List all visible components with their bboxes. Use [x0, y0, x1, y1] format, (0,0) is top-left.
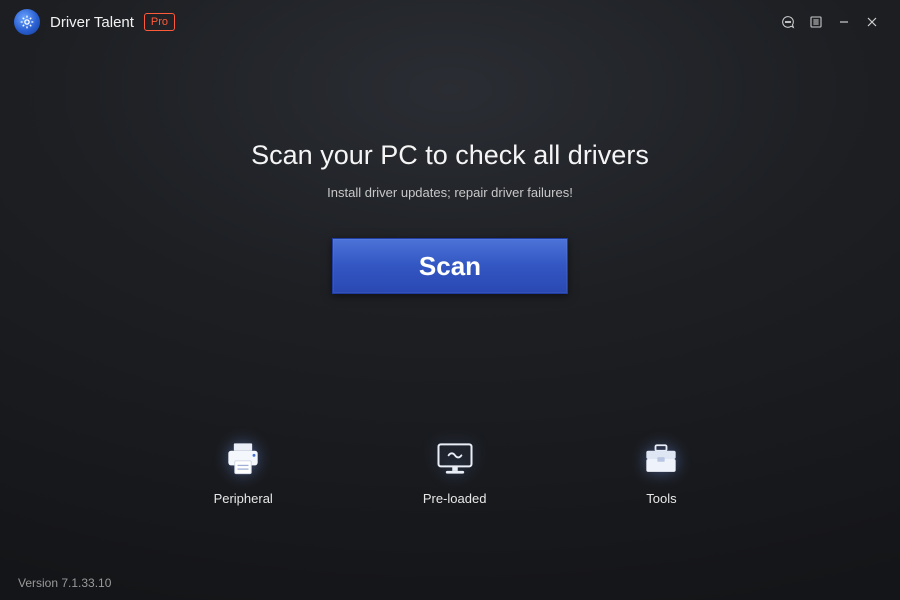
minimize-icon: [836, 14, 852, 30]
scan-button-label: Scan: [419, 251, 481, 282]
feature-label: Tools: [646, 491, 676, 506]
close-icon: [864, 14, 880, 30]
speech-bubble-icon: [780, 14, 796, 30]
app-title: Driver Talent: [50, 14, 134, 31]
feedback-button[interactable]: [774, 8, 802, 36]
headline: Scan your PC to check all drivers: [251, 140, 649, 171]
feature-row: Peripheral Pre-loaded: [0, 439, 900, 506]
close-button[interactable]: [858, 8, 886, 36]
toolbox-icon: [636, 439, 686, 479]
main-area: Scan your PC to check all drivers Instal…: [0, 44, 900, 566]
version-label: Version 7.1.33.10: [18, 576, 111, 590]
statusbar: Version 7.1.33.10: [0, 566, 900, 600]
feature-peripheral[interactable]: Peripheral: [214, 439, 273, 506]
pro-badge: Pro: [144, 13, 175, 31]
app-logo-icon: [14, 9, 40, 35]
feature-label: Peripheral: [214, 491, 273, 506]
feature-tools[interactable]: Tools: [636, 439, 686, 506]
feature-preloaded[interactable]: Pre-loaded: [423, 439, 487, 506]
feature-label: Pre-loaded: [423, 491, 487, 506]
printer-icon: [218, 439, 268, 479]
subheadline: Install driver updates; repair driver fa…: [327, 185, 573, 200]
menu-button[interactable]: [802, 8, 830, 36]
menu-icon: [808, 14, 824, 30]
minimize-button[interactable]: [830, 8, 858, 36]
titlebar: Driver Talent Pro: [0, 0, 900, 44]
monitor-icon: [430, 439, 480, 479]
scan-button[interactable]: Scan: [332, 238, 568, 294]
